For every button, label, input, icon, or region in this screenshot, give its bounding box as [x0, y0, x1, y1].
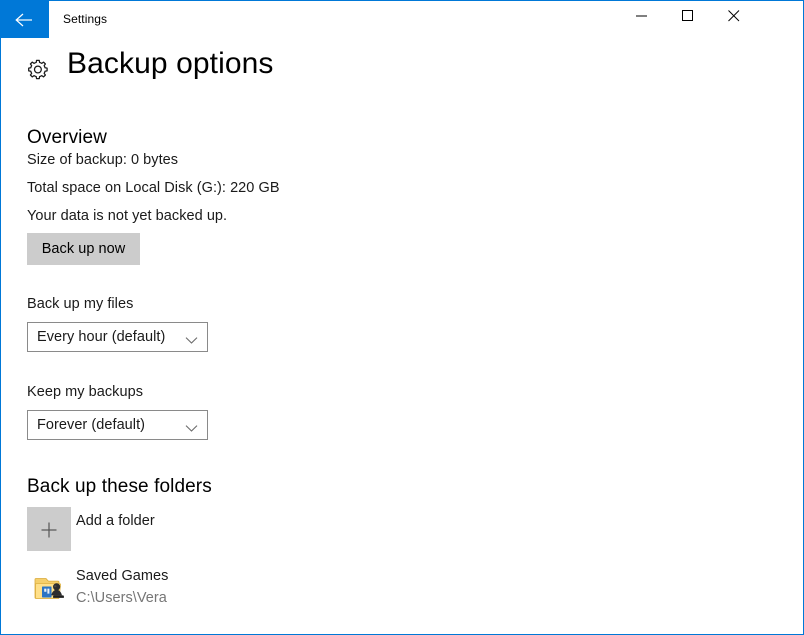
back-up-my-files-dropdown[interactable]: Every hour (default) [27, 322, 208, 352]
overview-heading: Overview [27, 127, 107, 149]
back-up-now-button[interactable]: Back up now [27, 233, 140, 265]
title-bar: Settings [1, 1, 803, 38]
add-a-folder-label: Add a folder [76, 513, 155, 529]
size-of-backup-text: Size of backup: 0 bytes [27, 152, 178, 168]
gear-icon [26, 58, 50, 87]
back-up-these-folders-heading: Back up these folders [27, 476, 212, 498]
chevron-down-icon [185, 332, 198, 350]
keep-my-backups-label: Keep my backups [27, 384, 143, 400]
backup-status-text: Your data is not yet backed up. [27, 208, 227, 224]
close-icon [728, 10, 740, 22]
window-title: Settings [63, 11, 107, 27]
settings-window: Settings [0, 0, 804, 635]
close-button[interactable] [711, 1, 757, 31]
back-up-my-files-label: Back up my files [27, 296, 133, 312]
add-a-folder-button[interactable]: Add a folder [27, 507, 327, 551]
back-up-my-files-value: Every hour (default) [37, 323, 165, 351]
arrow-left-icon [1, 12, 49, 28]
content-area: Overview Size of backup: 0 bytes Total s… [1, 101, 803, 634]
add-folder-tile [27, 507, 71, 551]
list-item[interactable]: Saved Games C:\Users\Vera [27, 565, 347, 609]
maximize-button[interactable] [665, 1, 711, 31]
minimize-icon [636, 10, 648, 22]
keep-my-backups-value: Forever (default) [37, 411, 145, 439]
back-button[interactable] [1, 1, 49, 38]
chevron-down-icon [185, 420, 198, 438]
minimize-button[interactable] [619, 1, 665, 31]
maximize-icon [682, 10, 694, 22]
saved-games-folder-icon [32, 569, 68, 605]
total-space-text: Total space on Local Disk (G:): 220 GB [27, 180, 280, 196]
folder-name: Saved Games [76, 568, 168, 584]
folder-path: C:\Users\Vera [76, 590, 167, 606]
plus-icon [27, 522, 71, 538]
keep-my-backups-dropdown[interactable]: Forever (default) [27, 410, 208, 440]
page-header: Backup options [1, 47, 803, 101]
page-title: Backup options [67, 47, 274, 81]
